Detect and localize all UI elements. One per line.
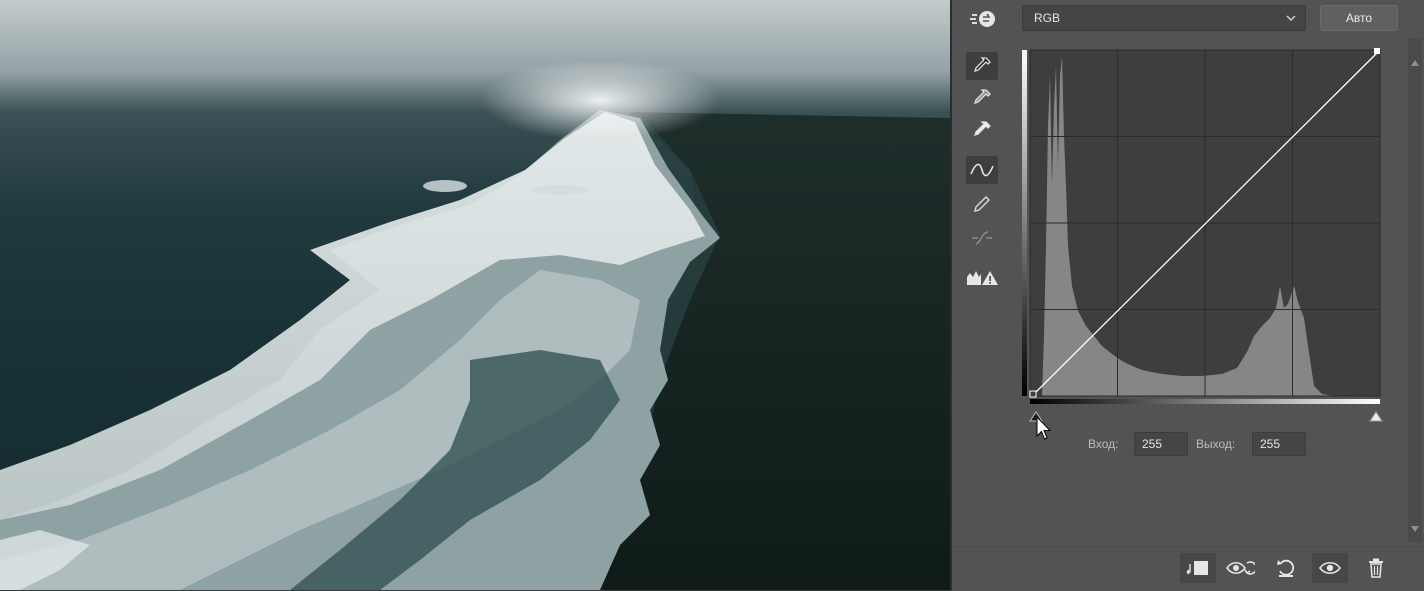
smooth-icon (972, 231, 992, 245)
clipping-warning-tool[interactable] (966, 264, 998, 292)
input-label: Вход: (1088, 437, 1119, 451)
hand-target-icon (970, 11, 995, 27)
channel-select-value: RGB (1034, 11, 1061, 25)
eye-previous-icon (1226, 561, 1255, 575)
sample-black-point-eyedropper[interactable] (966, 52, 998, 80)
chevron-down-icon (1286, 15, 1296, 22)
input-value-field[interactable]: 255 (1134, 432, 1188, 456)
output-value-field[interactable]: 255 (1252, 432, 1306, 456)
input-gradient-bar (1030, 399, 1380, 404)
properties-panel-curves: RGB Авто Вход: 255 Выход: 255 (950, 0, 1424, 591)
clip-to-layer-button[interactable] (1180, 553, 1216, 583)
clip-to-layer-icon (1186, 561, 1208, 575)
trash-icon (1369, 558, 1383, 578)
toggle-visibility-button[interactable] (1312, 553, 1348, 583)
photo-seascape (0, 60, 950, 590)
document-canvas[interactable] (0, 0, 950, 590)
targeted-adjustment-tool[interactable] (966, 6, 1000, 32)
reset-defaults-button[interactable] (1268, 553, 1304, 583)
sample-gray-point-eyedropper[interactable] (966, 84, 998, 112)
scroll-down-icon[interactable] (1411, 526, 1419, 532)
sample-white-point-eyedropper[interactable] (966, 116, 998, 144)
smooth-curve-tool[interactable] (966, 224, 998, 252)
delete-adjustment-button[interactable] (1358, 553, 1394, 583)
view-previous-state-button[interactable] (1222, 553, 1258, 583)
panel-footer (952, 546, 1424, 591)
curves-graph[interactable] (1022, 46, 1384, 426)
eye-icon (1319, 561, 1341, 575)
edit-points-curve-tool[interactable] (966, 156, 998, 184)
mouse-cursor-icon (1036, 416, 1052, 440)
eyedropper-black-icon (973, 57, 991, 73)
scroll-up-icon[interactable] (1411, 60, 1419, 66)
curve-point-black[interactable] (1029, 390, 1037, 398)
output-gradient-bar (1022, 50, 1027, 396)
channel-select[interactable]: RGB (1022, 5, 1306, 31)
auto-button[interactable]: Авто (1320, 5, 1398, 31)
reset-icon (1277, 559, 1295, 577)
pencil-icon (974, 196, 990, 212)
panel-scrollbar[interactable] (1408, 38, 1422, 542)
eyedropper-white-icon (973, 121, 991, 137)
draw-curve-pencil-tool[interactable] (966, 190, 998, 218)
clipping-warning-icon (967, 271, 998, 285)
curve-icon (970, 163, 994, 177)
output-label: Выход: (1196, 437, 1236, 451)
curve-point-white[interactable] (1374, 48, 1380, 54)
eyedropper-gray-icon (973, 89, 991, 105)
white-point-slider[interactable] (1369, 411, 1383, 422)
